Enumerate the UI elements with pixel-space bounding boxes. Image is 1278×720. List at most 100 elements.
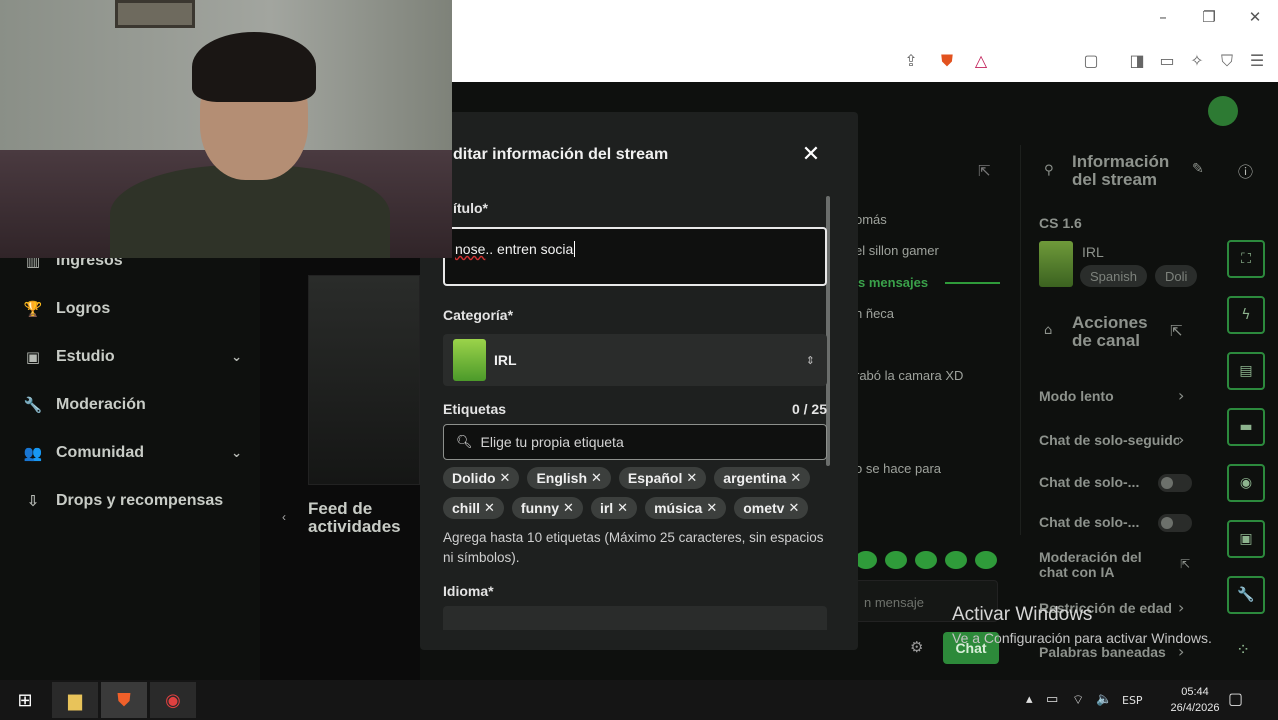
remove-tag-icon[interactable]: ✕ xyxy=(500,471,511,486)
language-select[interactable] xyxy=(443,606,827,630)
remove-tag-icon[interactable]: ✕ xyxy=(706,501,717,516)
remove-tag-icon[interactable]: ✕ xyxy=(484,501,495,516)
tag-search-input[interactable]: 🔍︎ Elige tu propia etiqueta xyxy=(443,424,827,460)
tag-chip[interactable]: funny ✕ xyxy=(511,497,583,519)
file-explorer-icon[interactable]: ▆ xyxy=(52,682,98,718)
remove-tag-icon[interactable]: ✕ xyxy=(788,501,799,516)
chevron-right-icon: › xyxy=(1178,386,1185,405)
subs-only-toggle[interactable] xyxy=(1158,474,1192,492)
language-indicator[interactable]: ESP xyxy=(1122,694,1143,707)
tag-chip[interactable]: Español ✕ xyxy=(618,467,707,489)
tag-text: Dolido xyxy=(452,470,496,486)
menu-icon[interactable]: ☰ xyxy=(1246,50,1268,72)
language-label: Idioma* xyxy=(443,583,494,599)
brave-rewards-icon[interactable]: △ xyxy=(970,50,992,72)
remove-tag-icon[interactable]: ✕ xyxy=(617,501,628,516)
emote-icon[interactable] xyxy=(945,551,967,569)
notes-icon[interactable]: ▤ xyxy=(1227,352,1265,390)
stream-preview[interactable] xyxy=(308,275,420,485)
remove-tag-icon[interactable]: ✕ xyxy=(790,471,801,486)
volume-icon[interactable]: 🔈 xyxy=(1096,692,1112,707)
chat-message: n ñeca xyxy=(855,306,895,321)
action-banned-words[interactable]: Palabras baneadas xyxy=(1039,644,1179,660)
tag-pill: Doli xyxy=(1154,265,1198,287)
nav-label: Drops y recompensas xyxy=(56,492,224,509)
nav-item-moderacion[interactable]: 🔧 Moderación xyxy=(22,390,242,420)
popout-icon[interactable]: ⇱ xyxy=(978,162,991,180)
tag-chip[interactable]: English ✕ xyxy=(527,467,611,489)
sort-arrows-icon: ⇕ xyxy=(805,353,815,367)
remove-tag-icon[interactable]: ✕ xyxy=(591,471,602,486)
tag-chip[interactable]: ometv ✕ xyxy=(734,497,809,519)
emote-only-toggle[interactable] xyxy=(1158,514,1192,532)
nav-item-drops[interactable]: ⇩ Drops y recompensas xyxy=(22,486,242,516)
battery-icon[interactable]: ▭ xyxy=(1046,692,1058,707)
brave-browser-icon[interactable]: ⛊ xyxy=(101,682,147,718)
trophy-icon: 🏆 xyxy=(23,300,43,318)
windows-start-icon[interactable]: ⊞ xyxy=(2,682,48,718)
category-thumbnail xyxy=(1039,241,1073,287)
chat-message: rabó la camara XD xyxy=(855,368,964,383)
action-ai-moderation[interactable]: Moderación del chat con IA xyxy=(1039,550,1159,580)
tag-chip[interactable]: Dolido ✕ xyxy=(443,467,520,489)
broadcast-icon[interactable]: ◉ xyxy=(1227,464,1265,502)
tray-expand-icon[interactable]: ▴ xyxy=(1026,692,1033,707)
tag-chip[interactable]: argentina ✕ xyxy=(714,467,811,489)
tags-counter: 0 / 25 xyxy=(791,401,827,417)
divider-line xyxy=(945,282,1000,284)
tag-chip[interactable]: música ✕ xyxy=(645,497,727,519)
tag-list: Dolido ✕ English ✕ Español ✕ argentina ✕ chi… xyxy=(443,467,833,519)
action-slow-mode[interactable]: Modo lento xyxy=(1039,388,1199,404)
chevron-down-icon: ⌄ xyxy=(231,445,242,461)
wifi-icon[interactable]: ⌔ xyxy=(1072,692,1084,708)
nav-label: Comunidad xyxy=(56,444,144,461)
capture-icon[interactable]: ⛶ xyxy=(1227,240,1265,278)
emote-icon[interactable] xyxy=(975,551,997,569)
nav-item-estudio[interactable]: ▣ Estudio ⌄ xyxy=(22,342,242,372)
action-followers-only[interactable]: Chat de solo-seguidores xyxy=(1039,432,1179,448)
remove-tag-icon[interactable]: ✕ xyxy=(563,501,574,516)
tag-chip[interactable]: irl ✕ xyxy=(590,497,638,519)
chevron-left-icon[interactable]: ‹ xyxy=(282,510,286,524)
close-icon[interactable]: ✕ xyxy=(800,142,822,167)
emote-icon[interactable] xyxy=(885,551,907,569)
share-icon[interactable]: ⇪ xyxy=(900,50,922,72)
info-icon[interactable]: ⓘ xyxy=(1238,161,1253,182)
taskbar-clock[interactable]: 05:44 26/4/2026 xyxy=(1168,684,1222,716)
vpn-icon[interactable]: ⛉ xyxy=(1216,50,1238,72)
leo-icon[interactable]: ✧ xyxy=(1186,50,1208,72)
sidebar-icon[interactable]: ◨ xyxy=(1126,50,1148,72)
close-window-button[interactable]: ✕ xyxy=(1240,8,1270,26)
apps-icon[interactable]: ⁘ xyxy=(1236,640,1250,660)
edit-icon[interactable]: ✎ xyxy=(1192,161,1204,177)
emote-icon[interactable] xyxy=(915,551,937,569)
tag-chip[interactable]: chill ✕ xyxy=(443,497,504,519)
chevron-down-icon: ⌄ xyxy=(231,349,242,365)
minimize-button[interactable]: – xyxy=(1148,8,1178,26)
tags-hint: Agrega hasta 10 etiquetas (Máximo 25 car… xyxy=(443,530,824,565)
clock-date: 26/4/2026 xyxy=(1170,702,1220,714)
nav-label: Moderación xyxy=(56,396,146,413)
popout-icon[interactable]: ⇱ xyxy=(1170,322,1183,340)
reader-icon[interactable]: ▢ xyxy=(1080,50,1102,72)
tag-text: irl xyxy=(599,500,614,516)
category-value: IRL xyxy=(494,352,517,368)
emote-icon[interactable] xyxy=(855,551,877,569)
nav-item-comunidad[interactable]: 👥 Comunidad ⌄ xyxy=(22,438,242,468)
chat-bubble-icon[interactable]: ▬ xyxy=(1227,408,1265,446)
notifications-icon[interactable]: ▢ xyxy=(1228,689,1243,708)
brave-shield-icon[interactable]: ⛊ xyxy=(936,50,958,72)
wrench-icon[interactable]: 🔧 xyxy=(1227,576,1265,614)
category-select[interactable]: IRL ⇕ xyxy=(443,334,827,386)
lightning-icon[interactable]: ϟ xyxy=(1227,296,1265,334)
nav-item-logros[interactable]: 🏆 Logros xyxy=(22,294,242,324)
gear-icon[interactable]: ⚙ xyxy=(910,638,923,656)
wallet-icon[interactable]: ▭ xyxy=(1156,50,1178,72)
remove-tag-icon[interactable]: ✕ xyxy=(686,471,697,486)
recorder-app-icon[interactable]: ◉ xyxy=(150,682,196,718)
restore-button[interactable]: ❐ xyxy=(1194,8,1224,26)
title-input[interactable]: nose.. entren socia xyxy=(443,227,827,286)
panel-divider xyxy=(1020,145,1021,535)
avatar[interactable] xyxy=(1208,96,1238,126)
layout-icon[interactable]: ▣ xyxy=(1227,520,1265,558)
